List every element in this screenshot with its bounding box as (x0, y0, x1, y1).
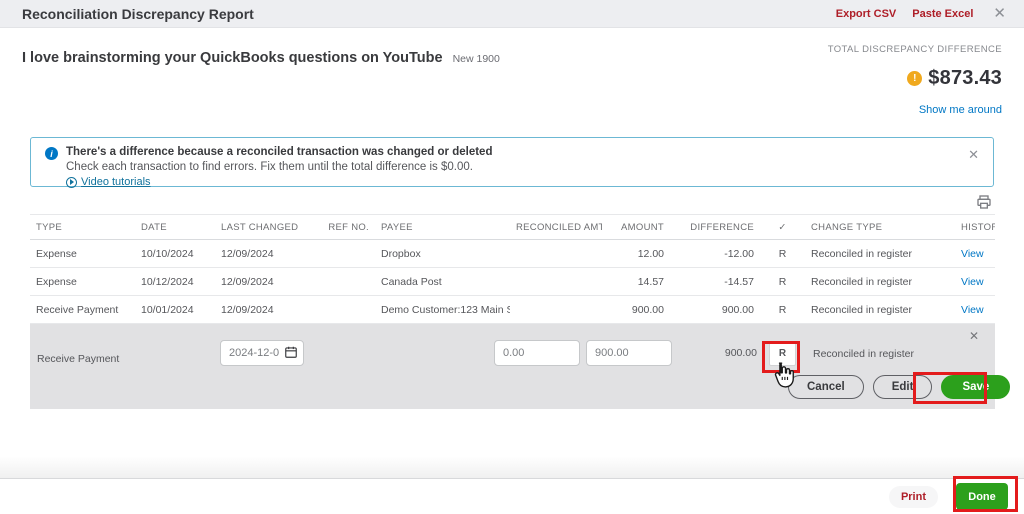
info-icon: i (45, 147, 58, 160)
alert-close-icon[interactable]: ✕ (968, 147, 979, 163)
col-ref-no: REF NO. (328, 221, 369, 233)
col-difference: DIFFERENCE (690, 221, 754, 233)
discrepancy-table: TYPE DATE LAST CHANGED REF NO. PAYEE REC… (30, 214, 1011, 409)
cell-change-type: Reconciled in register (811, 247, 912, 260)
print-button[interactable]: Print (888, 485, 938, 508)
edit-panel-close-icon[interactable]: ✕ (969, 329, 979, 343)
col-date: DATE (141, 221, 167, 233)
cell-payee: Demo Customer:123 Main St (381, 303, 510, 316)
table-row: Expense 10/10/2024 12/09/2024 Dropbox 12… (30, 240, 995, 268)
col-amount: AMOUNT (621, 221, 664, 233)
col-payee: PAYEE (381, 221, 413, 233)
table-header-row: TYPE DATE LAST CHANGED REF NO. PAYEE REC… (30, 214, 995, 240)
edit-panel-buttons: Cancel Edit Save (788, 375, 1011, 399)
discrepancy-summary: TOTAL DISCREPANCY DIFFERENCE ! $873.43 S… (828, 44, 1002, 116)
table-row: Receive Payment 10/01/2024 12/09/2024 De… (30, 296, 995, 324)
printer-icon (977, 195, 991, 209)
header-actions: Export CSV Paste Excel ✕ (836, 6, 1010, 21)
edit-row-change-type: Reconciled in register (813, 348, 914, 360)
view-history-link[interactable]: View (955, 304, 995, 316)
paste-excel-link[interactable]: Paste Excel (912, 8, 973, 20)
video-tutorials-link[interactable]: Video tutorials (81, 176, 151, 188)
cell-difference: -14.57 (724, 275, 754, 288)
export-csv-link[interactable]: Export CSV (836, 8, 897, 20)
edit-button[interactable]: Edit (872, 375, 933, 399)
table-row: Expense 10/12/2024 12/09/2024 Canada Pos… (30, 268, 995, 296)
account-subtitle: New 1900 (452, 53, 500, 65)
cell-check: R (778, 303, 787, 316)
done-button[interactable]: Done (956, 483, 1008, 510)
col-history: HISTORY (961, 221, 995, 233)
cell-check: R (778, 275, 787, 288)
cell-last-changed: 12/09/2024 (221, 303, 274, 316)
edit-row-type: Receive Payment (37, 353, 120, 365)
cell-change-type: Reconciled in register (811, 275, 912, 288)
page-title: Reconciliation Discrepancy Report (22, 5, 254, 22)
edit-row-difference: 900.00 (724, 347, 757, 359)
cell-change-type: Reconciled in register (811, 303, 912, 316)
view-history-link[interactable]: View (955, 276, 995, 288)
account-heading: I love brainstorming your QuickBooks que… (22, 50, 500, 66)
cell-type: Expense (36, 275, 77, 288)
cell-last-changed: 12/09/2024 (221, 275, 274, 288)
col-reconciled-amt: RECONCILED AMT (516, 221, 602, 233)
save-button[interactable]: Save (941, 375, 1011, 399)
cancel-button[interactable]: Cancel (788, 375, 864, 399)
edit-transaction-panel: ✕ Receive Payment 900.00 R Reconciled in… (30, 324, 1011, 409)
col-change-type: CHANGE TYPE (811, 221, 883, 233)
cell-amount: 14.57 (637, 275, 664, 288)
window-header: Reconciliation Discrepancy Report Export… (0, 0, 1024, 28)
reconcile-status-button[interactable]: R (769, 341, 796, 366)
amount-input[interactable] (586, 340, 672, 366)
print-report-icon[interactable] (976, 194, 992, 210)
reconciliation-discrepancy-report-window: Reconciliation Discrepancy Report Export… (0, 0, 1024, 514)
cell-amount: 12.00 (637, 247, 664, 260)
col-type: TYPE (36, 221, 63, 233)
cell-check: R (778, 247, 787, 260)
difference-alert: i There's a difference because a reconci… (30, 137, 994, 188)
col-check: ✓ (778, 221, 787, 233)
view-history-link[interactable]: View (955, 248, 995, 260)
show-me-around-link[interactable]: Show me around (828, 104, 1002, 116)
total-discrepancy-label: TOTAL DISCREPANCY DIFFERENCE (827, 44, 1002, 55)
cell-type: Receive Payment (36, 303, 119, 316)
footer-shadow (0, 456, 1024, 478)
alert-heading: There's a difference because a reconcile… (66, 146, 493, 158)
play-icon (66, 176, 77, 188)
cell-type: Expense (36, 247, 77, 260)
close-icon[interactable]: ✕ (989, 6, 1010, 21)
alert-body: Check each transaction to find errors. F… (66, 161, 473, 173)
date-input[interactable] (220, 340, 304, 366)
account-title: I love brainstorming your QuickBooks que… (22, 50, 443, 66)
date-field-wrap (220, 340, 304, 366)
reconciled-amt-input[interactable] (494, 340, 580, 366)
total-discrepancy-amount: ! $873.43 (828, 67, 1002, 90)
col-last-changed: LAST CHANGED (221, 221, 299, 233)
cell-difference: 900.00 (721, 303, 754, 316)
footer-bar: Print Done (0, 478, 1024, 514)
cell-date: 10/10/2024 (141, 247, 194, 260)
cell-date: 10/01/2024 (141, 303, 194, 316)
total-amount-value: $873.43 (928, 67, 1002, 89)
cell-date: 10/12/2024 (141, 275, 194, 288)
cell-amount: 900.00 (631, 303, 664, 316)
cell-difference: -12.00 (724, 247, 754, 260)
cell-last-changed: 12/09/2024 (221, 247, 274, 260)
cell-payee: Dropbox (381, 247, 421, 260)
cell-payee: Canada Post (381, 275, 442, 288)
warning-icon: ! (907, 71, 923, 86)
